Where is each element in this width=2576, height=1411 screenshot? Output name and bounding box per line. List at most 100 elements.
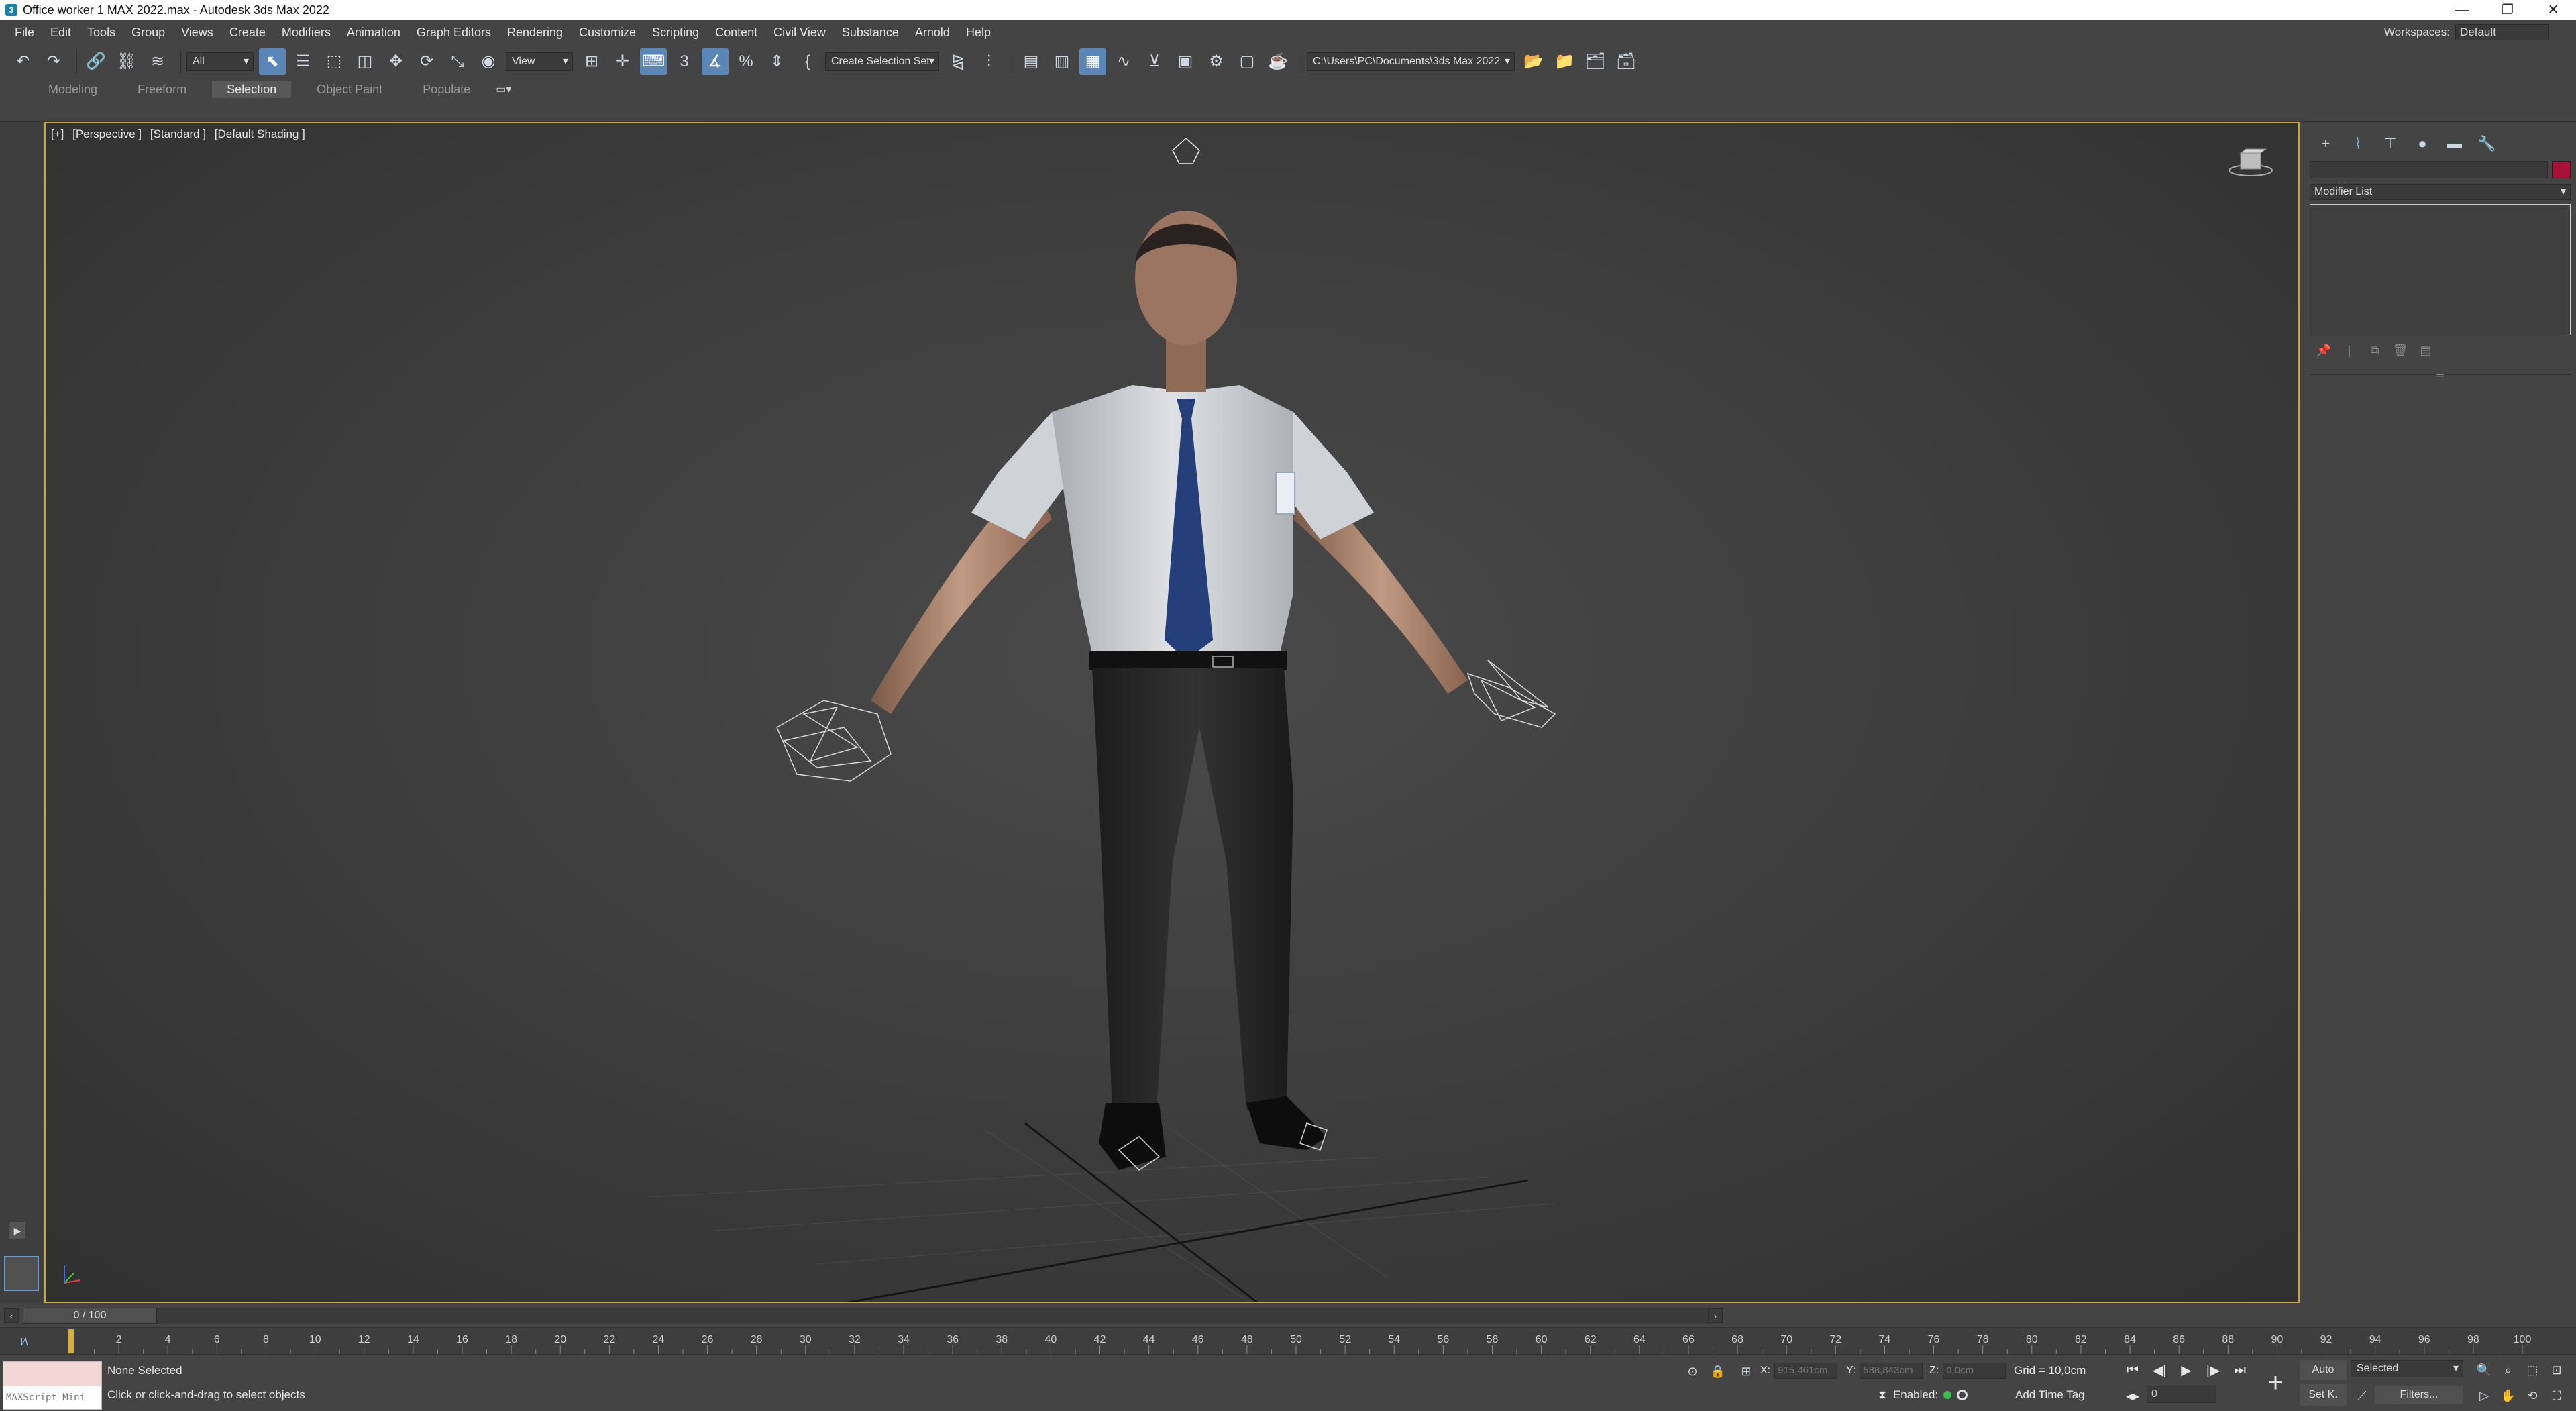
utilities-icon[interactable]: 🔧 [2473, 132, 2500, 156]
time-slider-next-icon[interactable]: › [1708, 1308, 1723, 1323]
set-key-button[interactable]: Set K. [2300, 1384, 2347, 1406]
key-mode-icon[interactable]: ⟋ [2353, 1387, 2371, 1404]
time-slider-track[interactable]: 0 / 100 [23, 1308, 1711, 1324]
key-filter-dropdown[interactable]: Selected [2351, 1360, 2463, 1377]
menu-arnold[interactable]: Arnold [907, 25, 958, 40]
set-key-icon[interactable]: + [2262, 1364, 2289, 1404]
menu-animation[interactable]: Animation [339, 25, 409, 40]
next-frame-icon[interactable]: |▶ [2203, 1360, 2223, 1380]
go-to-start-icon[interactable]: ⏮ [2123, 1360, 2143, 1380]
object-name-field[interactable] [2310, 161, 2548, 178]
bind-space-warp-icon[interactable]: ≋ [144, 48, 171, 75]
enabled-toggle[interactable] [1957, 1390, 1968, 1400]
restore-button[interactable]: ❐ [2485, 0, 2530, 20]
maxscript-input[interactable]: MAXScript Mini [3, 1386, 101, 1409]
redo-icon[interactable]: ↷ [40, 48, 67, 75]
zoom-icon[interactable]: 🔍 [2475, 1361, 2493, 1379]
tab-selection[interactable]: Selection [212, 81, 292, 98]
menu-modifiers[interactable]: Modifiers [274, 25, 339, 40]
tab-freeform[interactable]: Freeform [123, 81, 201, 98]
keyboard-shortcut-override-icon[interactable]: ⌨ [640, 48, 667, 75]
zoom-extents-icon[interactable]: ⬚ [2524, 1361, 2541, 1379]
pivot-center-icon[interactable]: ⊞ [578, 48, 605, 75]
menu-edit[interactable]: Edit [42, 25, 79, 40]
snaps-toggle-icon[interactable]: 3 [671, 48, 698, 75]
zoom-extents-all-icon[interactable]: ⊡ [2548, 1361, 2565, 1379]
selection-lock-icon[interactable]: 🔒 [1709, 1363, 1727, 1380]
display-icon[interactable]: ▬ [2441, 132, 2468, 156]
link-icon[interactable]: 🔗 [83, 48, 109, 75]
tab-object-paint[interactable]: Object Paint [302, 81, 397, 98]
make-unique-icon[interactable]: ⧉ [2365, 341, 2385, 360]
unlink-icon[interactable]: ⛓ [113, 48, 140, 75]
current-frame-field[interactable]: 0 [2147, 1386, 2216, 1403]
select-object-icon[interactable]: ⬉ [259, 48, 286, 75]
z-field[interactable]: 0,0cm [1943, 1363, 2006, 1379]
time-slider-prev-icon[interactable]: ‹ [4, 1308, 19, 1323]
auto-key-button[interactable]: Auto [2300, 1360, 2347, 1380]
ribbon-options-icon[interactable]: ▭▾ [496, 83, 511, 96]
project-path-dropdown[interactable]: C:\Users\PC\Documents\3ds Max 2022 [1307, 52, 1515, 71]
schematic-view-icon[interactable]: ⊻ [1141, 48, 1168, 75]
menu-tools[interactable]: Tools [79, 25, 123, 40]
viewport-layout-thumbnail[interactable] [4, 1256, 39, 1291]
placement-icon[interactable]: ◉ [475, 48, 502, 75]
modifier-stack[interactable] [2310, 204, 2571, 335]
move-icon[interactable]: ✥ [382, 48, 409, 75]
track-bar[interactable]: 2 4 6 8 10 12 14 16 18 20 22 24 26 28 30 32 34 36 38 40 42 44… [0, 1327, 2576, 1355]
absolute-mode-icon[interactable]: ⊞ [1737, 1363, 1755, 1380]
render-production-icon[interactable]: ☕ [1265, 48, 1291, 75]
key-filters-button[interactable]: Filters... [2375, 1386, 2463, 1404]
degradation-icon[interactable]: ⧗ [1878, 1388, 1886, 1402]
menu-scripting[interactable]: Scripting [644, 25, 707, 40]
pin-stack-icon[interactable]: 📌 [2314, 341, 2334, 360]
motion-icon[interactable]: ● [2409, 132, 2436, 156]
add-time-tag[interactable]: Add Time Tag [2015, 1388, 2085, 1402]
menu-group[interactable]: Group [123, 25, 173, 40]
expand-layouts-icon[interactable]: ▶ [9, 1222, 25, 1239]
zoom-all-icon[interactable]: ⌕ [2500, 1361, 2517, 1379]
selection-filter-dropdown[interactable]: All [186, 52, 254, 71]
mirror-icon[interactable]: ⧎ [945, 48, 971, 75]
show-end-result-icon[interactable]: | [2339, 341, 2359, 360]
minimize-button[interactable]: — [2439, 0, 2485, 20]
curve-editor-icon[interactable]: ∿ [1110, 48, 1137, 75]
menu-civil-view[interactable]: Civil View [765, 25, 834, 40]
create-icon[interactable]: + [2312, 132, 2339, 156]
menu-file[interactable]: File [7, 25, 42, 40]
viewcube[interactable] [2227, 144, 2274, 177]
modify-icon[interactable]: ⌇ [2345, 132, 2371, 156]
percent-snap-icon[interactable]: % [733, 48, 759, 75]
mini-curve-editor-icon[interactable]: I∕\ [20, 1337, 28, 1348]
rendered-frame-window-icon[interactable]: ▢ [1234, 48, 1260, 75]
align-icon[interactable]: ⫶ [975, 48, 1002, 75]
object-color-swatch[interactable] [2552, 161, 2571, 178]
isolate-selection-icon[interactable]: ⊙ [1684, 1363, 1701, 1380]
go-to-end-icon[interactable]: ⏭ [2230, 1360, 2250, 1380]
x-field[interactable]: 915,461cm [1774, 1363, 1838, 1379]
play-icon[interactable]: ▶ [2176, 1360, 2196, 1380]
remove-modifier-icon[interactable]: 🗑 [2390, 341, 2410, 360]
rectangular-selection-icon[interactable]: ⬚ [321, 48, 347, 75]
maximize-viewport-icon[interactable]: ⛶ [2548, 1387, 2565, 1404]
menu-views[interactable]: Views [173, 25, 221, 40]
menu-substance[interactable]: Substance [834, 25, 907, 40]
menu-graph-editors[interactable]: Graph Editors [409, 25, 499, 40]
menu-content[interactable]: Content [707, 25, 765, 40]
render-setup-icon[interactable]: ⚙ [1203, 48, 1230, 75]
reference-coordinate-dropdown[interactable]: View [506, 52, 573, 71]
menu-rendering[interactable]: Rendering [499, 25, 571, 40]
close-button[interactable]: ✕ [2530, 0, 2576, 20]
layer-explorer-icon[interactable]: ▥ [1049, 48, 1075, 75]
hierarchy-icon[interactable]: ⊤ [2377, 132, 2404, 156]
previous-frame-icon[interactable]: ◀| [2149, 1360, 2169, 1380]
modifier-list-dropdown[interactable]: Modifier List [2310, 184, 2571, 200]
tab-populate[interactable]: Populate [408, 81, 485, 98]
scale-icon[interactable]: ⤡ [444, 48, 471, 75]
select-by-name-icon[interactable]: ☰ [290, 48, 317, 75]
manipulate-icon[interactable]: ✛ [609, 48, 636, 75]
rotate-icon[interactable]: ⟳ [413, 48, 440, 75]
project-folder-icon[interactable]: 📂 [1520, 48, 1547, 75]
undo-icon[interactable]: ↶ [9, 48, 36, 75]
workspaces-dropdown[interactable]: Default [2455, 24, 2549, 40]
